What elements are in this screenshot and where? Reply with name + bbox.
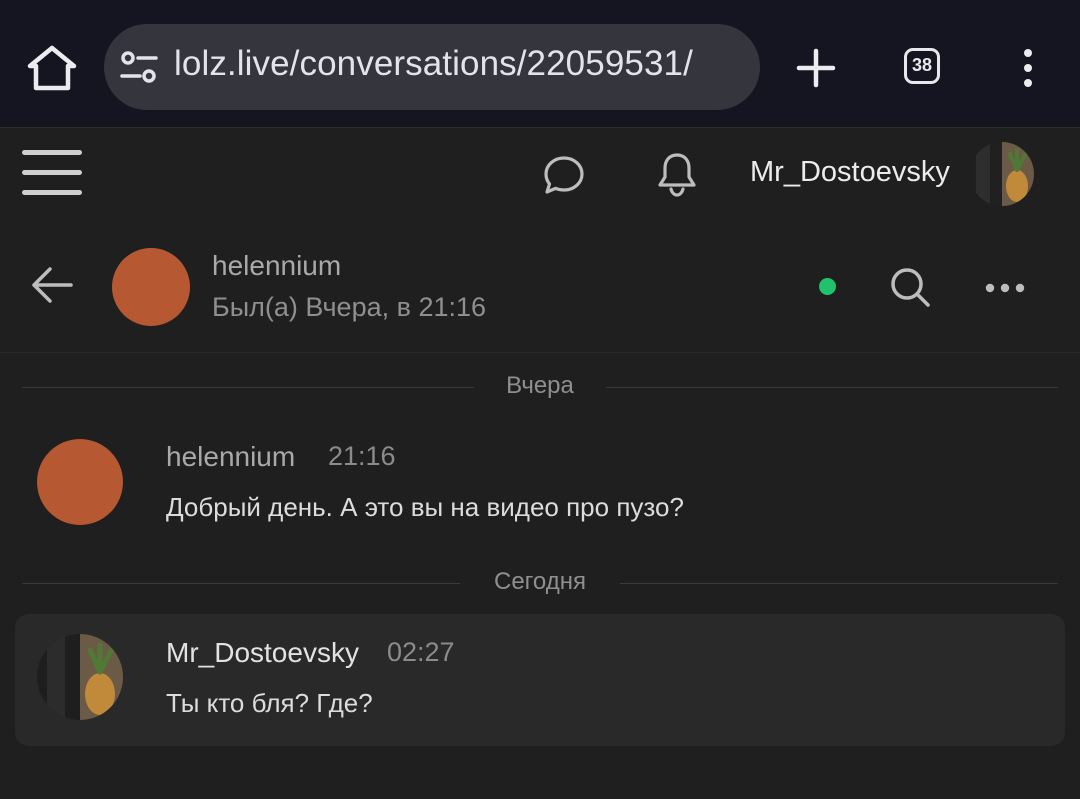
online-status-dot <box>819 278 836 295</box>
back-arrow-icon[interactable] <box>30 266 74 304</box>
day-separator-yesterday: Вчера <box>22 372 1058 402</box>
avatar-image <box>970 142 1034 206</box>
message-text: Ты кто бля? Где? <box>166 688 373 718</box>
partner-avatar[interactable] <box>112 248 190 326</box>
bell-icon[interactable] <box>655 150 699 198</box>
user-avatar[interactable] <box>970 142 1034 206</box>
hamburger-icon[interactable] <box>22 148 82 198</box>
message-author[interactable]: Mr_Dostoevsky <box>166 637 359 669</box>
message-author[interactable]: helennium <box>166 441 295 473</box>
day-label: Вчера <box>506 372 574 399</box>
address-bar[interactable]: lolz.live/conversations/22059531/ <box>104 24 760 110</box>
home-icon[interactable] <box>22 42 82 94</box>
message-time: 02:27 <box>387 637 455 667</box>
partner-name[interactable]: helennium <box>212 250 341 282</box>
header-username[interactable]: Mr_Dostoevsky <box>750 156 950 189</box>
url-text[interactable]: lolz.live/conversations/22059531/ <box>174 44 693 84</box>
search-icon[interactable] <box>889 266 931 308</box>
message-time: 21:16 <box>328 441 396 471</box>
plus-icon[interactable] <box>796 48 836 88</box>
avatar-image <box>37 634 123 720</box>
chat-bubble-icon[interactable] <box>542 153 586 197</box>
partner-last-seen: Был(а) Вчера, в 21:16 <box>212 292 487 322</box>
own-message-block[interactable] <box>15 614 1065 746</box>
message-avatar[interactable] <box>37 439 123 525</box>
day-separator-today: Сегодня <box>22 568 1058 598</box>
message-avatar[interactable] <box>37 634 123 720</box>
tune-icon[interactable] <box>120 50 158 84</box>
message-text: Добрый день. А это вы на видео про пузо? <box>166 492 684 522</box>
day-label: Сегодня <box>494 568 586 595</box>
tabs-icon[interactable]: 38 <box>904 48 940 84</box>
more-horizontal-icon[interactable] <box>984 282 1026 294</box>
more-vertical-icon[interactable] <box>1018 48 1038 88</box>
